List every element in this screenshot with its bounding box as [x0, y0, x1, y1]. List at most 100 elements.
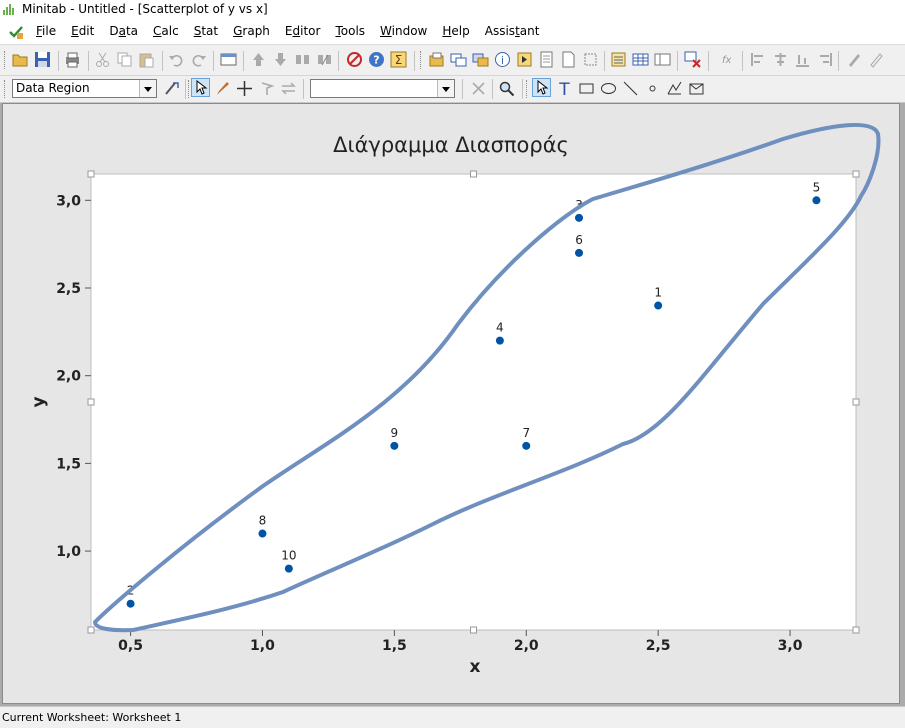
- data-point[interactable]: [258, 529, 267, 538]
- close-windows-icon[interactable]: [684, 51, 701, 68]
- graphs-folder-icon[interactable]: [472, 51, 489, 68]
- line-tool-icon[interactable]: [622, 80, 639, 97]
- session-window-icon[interactable]: [220, 51, 237, 68]
- find-icon[interactable]: [294, 51, 311, 68]
- scatterplot-chart[interactable]: Διάγραμμα Διασποράς 1,0 1,5 2,0 2,5 3,0 0,5 1…: [3, 104, 899, 703]
- paste-icon[interactable]: [138, 51, 155, 68]
- worksheet-icon[interactable]: [632, 51, 649, 68]
- chevron-down-icon[interactable]: [139, 80, 156, 97]
- toolbar-grip[interactable]: [4, 51, 8, 69]
- sigma-icon[interactable]: Σ: [390, 51, 407, 68]
- menu-item[interactable]: Calc: [153, 24, 179, 38]
- menu-item[interactable]: Stat: [194, 24, 218, 38]
- layout-icon[interactable]: [582, 51, 599, 68]
- menu-item[interactable]: File: [36, 24, 56, 38]
- data-point-label: 1: [654, 286, 662, 300]
- help-icon[interactable]: ?: [368, 51, 385, 68]
- crosshair-icon[interactable]: [236, 80, 253, 97]
- info-icon[interactable]: i: [494, 51, 511, 68]
- report-pad-icon[interactable]: [538, 51, 555, 68]
- copy-icon[interactable]: [116, 51, 133, 68]
- cancel-icon[interactable]: [346, 51, 363, 68]
- menu-item[interactable]: Assistant: [485, 24, 540, 38]
- list-icon[interactable]: [610, 51, 627, 68]
- toolbar-grip[interactable]: [526, 80, 530, 98]
- brush-tool-icon[interactable]: [214, 80, 231, 97]
- undo-icon[interactable]: [168, 51, 185, 68]
- menu-item[interactable]: Graph: [233, 24, 270, 38]
- data-point-label: 7: [522, 426, 530, 440]
- toolbar-grip[interactable]: [420, 51, 424, 69]
- annotation-select-button[interactable]: [532, 78, 551, 97]
- polygon-tool-icon[interactable]: [688, 80, 705, 97]
- x-tick-label: 1,5: [382, 638, 407, 654]
- align-center-icon[interactable]: [772, 51, 789, 68]
- check-icon[interactable]: [8, 24, 24, 40]
- resize-handle[interactable]: [852, 170, 860, 178]
- data-point[interactable]: [390, 441, 399, 450]
- history-icon[interactable]: [516, 51, 533, 68]
- graph-element-select[interactable]: [310, 79, 455, 98]
- chevron-down-icon[interactable]: [437, 80, 454, 97]
- arrow-down-icon[interactable]: [272, 51, 289, 68]
- menu-item[interactable]: Tools: [335, 24, 365, 38]
- columns-icon[interactable]: [654, 51, 671, 68]
- align-bottom-icon[interactable]: [794, 51, 811, 68]
- resize-handle[interactable]: [87, 626, 95, 634]
- resize-handle[interactable]: [470, 170, 477, 178]
- graph-window[interactable]: Διάγραμμα Διασποράς 1,0 1,5 2,0 2,5 3,0 0,5 1…: [2, 103, 900, 704]
- resize-handle[interactable]: [852, 398, 860, 406]
- ellipse-tool-icon[interactable]: [600, 80, 617, 97]
- data-point[interactable]: [522, 441, 531, 450]
- align-left-icon[interactable]: [750, 51, 767, 68]
- redo-icon[interactable]: [190, 51, 207, 68]
- data-point[interactable]: [812, 196, 821, 205]
- swap-icon[interactable]: [280, 80, 297, 97]
- menu-item-accelerator: a: [118, 24, 126, 38]
- flag-icon[interactable]: [258, 80, 275, 97]
- replace-icon[interactable]: [316, 51, 333, 68]
- marker-tool-icon[interactable]: [644, 80, 661, 97]
- separator: [88, 51, 89, 71]
- data-point[interactable]: [654, 301, 663, 310]
- delete-icon[interactable]: [470, 80, 487, 97]
- data-point[interactable]: [126, 599, 135, 608]
- toolbar-grip[interactable]: [4, 80, 8, 98]
- data-region[interactable]: [90, 173, 857, 631]
- cut-icon[interactable]: [94, 51, 111, 68]
- menu-item[interactable]: Help: [442, 24, 469, 38]
- arrow-up-icon[interactable]: [250, 51, 267, 68]
- data-point[interactable]: [575, 213, 584, 222]
- menu-item[interactable]: Edit: [71, 24, 94, 38]
- open-icon[interactable]: [12, 51, 29, 68]
- text-tool-icon[interactable]: T: [556, 80, 573, 97]
- zoom-icon[interactable]: [498, 80, 515, 97]
- resize-handle[interactable]: [87, 398, 95, 406]
- data-point-label: 5: [813, 180, 821, 194]
- save-icon[interactable]: [34, 51, 51, 68]
- project-manager-icon[interactable]: [428, 51, 445, 68]
- menu-item[interactable]: Editor: [285, 24, 321, 38]
- separator: [414, 51, 415, 71]
- function-icon[interactable]: fx: [720, 51, 737, 68]
- new-document-icon[interactable]: [560, 51, 577, 68]
- rectangle-tool-icon[interactable]: [578, 80, 595, 97]
- print-icon[interactable]: [64, 51, 81, 68]
- menu-item[interactable]: Window: [380, 24, 427, 38]
- menu-item[interactable]: Data: [109, 24, 138, 38]
- menu-item-text: ile: [42, 24, 57, 38]
- data-point[interactable]: [495, 336, 504, 345]
- resize-handle[interactable]: [852, 626, 860, 634]
- align-right-icon[interactable]: [816, 51, 833, 68]
- data-point[interactable]: [284, 564, 293, 573]
- brush-icon[interactable]: [846, 51, 863, 68]
- edit-region-icon[interactable]: [163, 80, 180, 97]
- windows-icon[interactable]: [450, 51, 467, 68]
- resize-handle[interactable]: [87, 170, 95, 178]
- region-select[interactable]: Data Region: [12, 79, 157, 98]
- data-point[interactable]: [575, 248, 584, 257]
- polyline-tool-icon[interactable]: [666, 80, 683, 97]
- pen-icon[interactable]: [868, 51, 885, 68]
- select-tool-button[interactable]: [191, 78, 210, 97]
- resize-handle[interactable]: [470, 626, 477, 634]
